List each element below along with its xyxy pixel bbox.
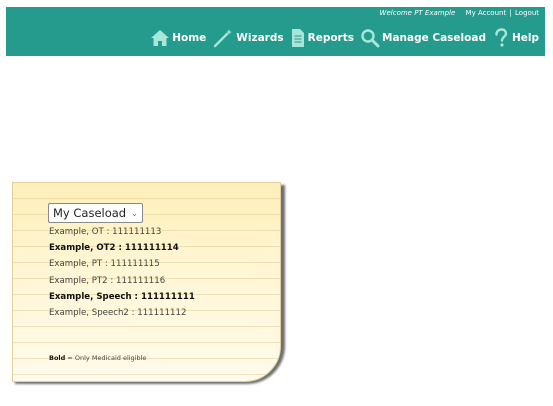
patient-list: Example, OT : 111111113 Example, OT2 : 1… [49,224,195,321]
search-icon [361,29,380,48]
nav-reports[interactable]: Reports [290,28,354,48]
bold-legend: Bold = Only Medicaid eligible [49,354,146,362]
legend-text: = Only Medicaid eligible [65,354,147,362]
patient-item[interactable]: Example, OT2 : 111111114 [49,240,195,256]
caseload-select-value: My Caseload [53,206,127,220]
patient-item[interactable]: Example, PT2 : 111111116 [49,273,195,289]
nav-manage-caseload[interactable]: Manage Caseload [360,28,486,48]
nav-wizards-label: Wizards [236,32,284,44]
nav-help[interactable]: Help [492,28,539,48]
welcome-message: Welcome PT Example [379,9,456,17]
home-icon [151,30,170,46]
caseload-card: My Caseload ⌄ Example, OT : 111111113 Ex… [12,182,281,382]
chevron-down-icon: ⌄ [131,208,138,218]
nav-wizards[interactable]: Wizards [212,28,284,48]
user-links: Welcome PT Example My Account | Logout [380,9,539,17]
my-account-link[interactable]: My Account [466,9,507,17]
patient-item[interactable]: Example, Speech2 : 111111112 [49,305,195,321]
caseload-select[interactable]: My Caseload ⌄ [48,203,143,223]
nav-home-label: Home [172,32,207,44]
nav-help-label: Help [511,32,539,44]
top-navigation-bar: Welcome PT Example My Account | Logout H… [6,7,545,56]
logout-link[interactable]: Logout [515,9,539,17]
patient-item[interactable]: Example, PT : 111111115 [49,256,195,272]
patient-item[interactable]: Example, Speech : 111111111 [49,289,195,305]
legend-bold-word: Bold [49,354,66,362]
wand-icon [214,29,233,48]
nav-manage-caseload-label: Manage Caseload [382,32,486,44]
question-icon [495,28,508,47]
nav-home[interactable]: Home [150,29,206,47]
link-separator: | [509,9,512,17]
nav-reports-label: Reports [307,32,354,44]
patient-item[interactable]: Example, OT : 111111113 [49,224,195,240]
main-nav: Home Wizards Reports Manage Caseload Hel… [144,27,539,49]
document-icon [291,29,304,47]
